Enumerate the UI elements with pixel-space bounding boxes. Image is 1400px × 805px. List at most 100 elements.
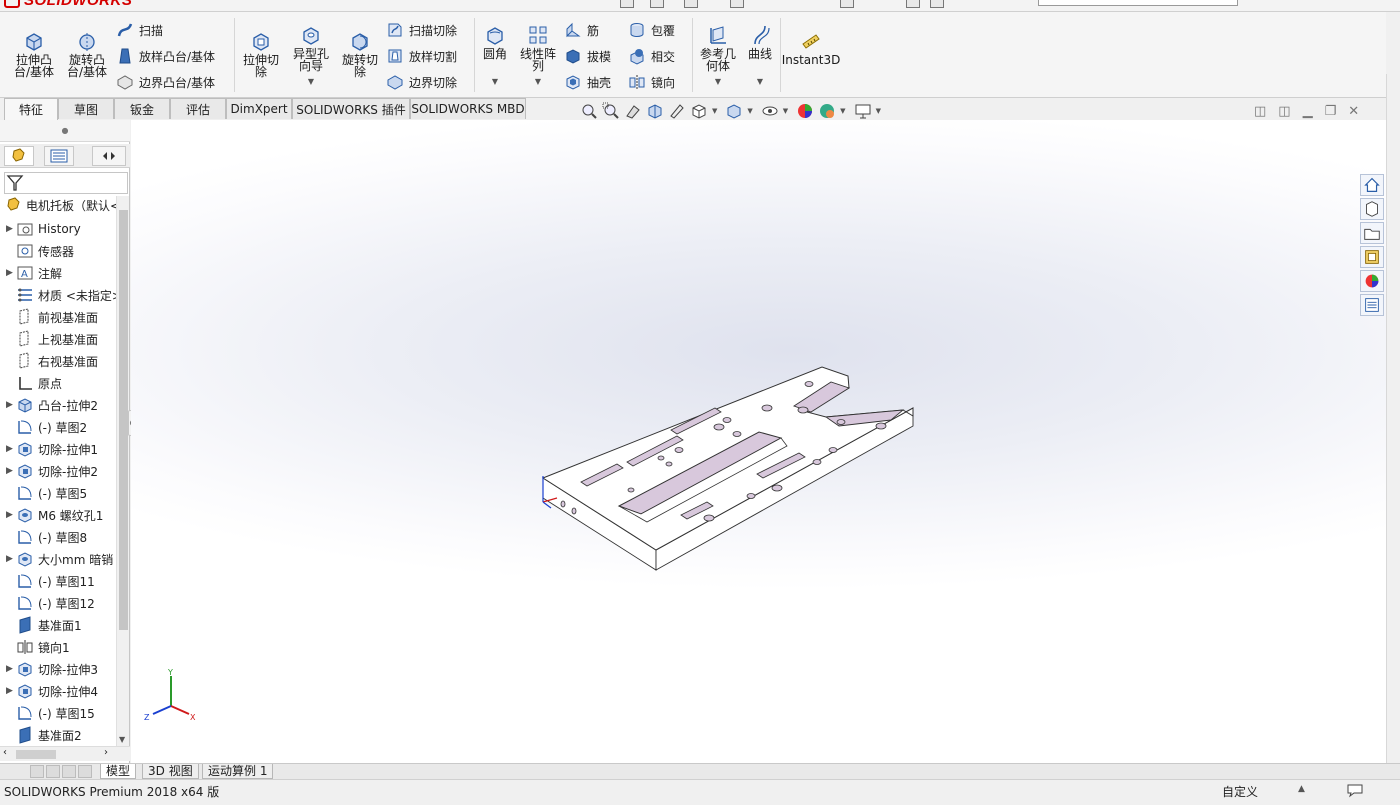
scroll-thumb[interactable] <box>119 210 128 630</box>
chevron-down-icon[interactable]: ▼ <box>712 107 717 115</box>
tree-item[interactable]: 右视基准面 <box>0 350 116 372</box>
toolbar-icon[interactable] <box>684 0 698 8</box>
view-triad[interactable]: Y X Z <box>144 668 196 722</box>
boundary-boss-button[interactable]: 边界凸台/基体 <box>116 72 215 92</box>
extrude-cut-button[interactable]: 拉伸切 除 <box>238 30 284 78</box>
expand-arrow-icon[interactable]: ▶ <box>6 554 16 564</box>
tab-solidworks-mbd[interactable]: SOLIDWORKS MBD <box>410 98 526 119</box>
revolve-cut-button[interactable]: 旋转切 除 <box>338 30 382 78</box>
chevron-down-icon[interactable]: ▼ <box>757 76 763 88</box>
appearances-icon[interactable] <box>1360 270 1384 292</box>
toolbar-icon[interactable] <box>906 0 920 8</box>
chevron-up-icon[interactable]: ▲ <box>1298 784 1305 794</box>
zoom-to-fit-icon[interactable] <box>580 102 598 120</box>
property-manager-tab[interactable] <box>44 146 74 166</box>
view-orientation-icon[interactable] <box>690 102 708 120</box>
shell-button[interactable]: 抽壳 <box>564 72 611 92</box>
tab-evaluate[interactable]: 评估 <box>170 98 226 119</box>
feature-manager-tab[interactable] <box>4 146 34 166</box>
home-icon[interactable] <box>1360 174 1384 196</box>
tree-item[interactable]: (-) 草图2 <box>0 416 116 438</box>
tree-item[interactable]: ▶ 凸台-拉伸2 <box>0 394 116 416</box>
scene-icon[interactable] <box>818 102 836 120</box>
mirror-button[interactable]: 镜向 <box>628 72 675 92</box>
expand-arrow-icon[interactable]: ▶ <box>6 224 16 234</box>
close-icon[interactable]: ✕ <box>1348 104 1359 119</box>
tree-item[interactable]: ▶ 切除-拉伸1 <box>0 438 116 460</box>
expand-arrow-icon[interactable]: ▶ <box>6 510 16 520</box>
restore-left-icon[interactable]: ◫ <box>1254 104 1266 119</box>
tab-3d-views[interactable]: 3D 视图 <box>142 764 199 779</box>
tree-item[interactable]: 镜向1 <box>0 636 116 658</box>
chevron-left-icon[interactable]: ‹ <box>3 747 7 758</box>
tree-item[interactable]: ▶ History <box>0 218 116 240</box>
instant3d-button[interactable]: Instant3D <box>782 30 840 66</box>
expand-arrow-icon[interactable]: ▶ <box>6 444 16 454</box>
loft-boss-button[interactable]: 放样凸台/基体 <box>116 46 215 66</box>
tree-horizontal-scrollbar[interactable]: ‹ › <box>0 746 130 761</box>
reference-geometry-button[interactable]: 参考几 何体 ▼ <box>696 24 740 88</box>
display-style-icon[interactable] <box>725 102 743 120</box>
rib-button[interactable]: 筋 <box>564 20 599 40</box>
tree-item[interactable]: 基准面2 <box>0 724 116 746</box>
search-input[interactable] <box>1038 0 1238 6</box>
chevron-down-icon[interactable]: ▼ <box>119 735 125 744</box>
tree-item[interactable]: (-) 草图11 <box>0 570 116 592</box>
previous-view-icon[interactable] <box>624 102 642 120</box>
tree-item[interactable]: 原点 <box>0 372 116 394</box>
prev-tab-icon[interactable] <box>46 765 60 778</box>
sweep-boss-button[interactable]: 扫描 <box>116 20 163 40</box>
wrap-button[interactable]: 包覆 <box>628 20 675 40</box>
tree-item[interactable]: ▶ 切除-拉伸4 <box>0 680 116 702</box>
toolbar-icon[interactable] <box>730 0 744 8</box>
custom-properties-icon[interactable] <box>1360 294 1384 316</box>
toolbar-icon[interactable] <box>650 0 664 8</box>
tab-sketch[interactable]: 草图 <box>58 98 114 119</box>
sweep-cut-button[interactable]: 扫描切除 <box>386 20 457 40</box>
design-library-icon[interactable] <box>1360 198 1384 220</box>
tree-item[interactable]: ▶ A 注解 <box>0 262 116 284</box>
scroll-thumb[interactable] <box>16 750 56 759</box>
chevron-down-icon[interactable]: ▼ <box>535 76 541 88</box>
last-tab-icon[interactable] <box>78 765 92 778</box>
extrude-boss-button[interactable]: 拉伸凸 台/基体 <box>12 30 56 78</box>
fillet-button[interactable]: 圆角 ▼ <box>478 24 512 88</box>
tab-motion-study[interactable]: 运动算例 1 <box>202 764 274 779</box>
toolbar-icon[interactable] <box>620 0 634 8</box>
first-tab-icon[interactable] <box>30 765 44 778</box>
tree-item[interactable]: (-) 草图8 <box>0 526 116 548</box>
hole-wizard-button[interactable]: 异型孔 向导 ▼ <box>288 24 334 88</box>
tree-item[interactable]: (-) 草图5 <box>0 482 116 504</box>
tree-vertical-scrollbar[interactable]: ▼ <box>116 196 129 746</box>
chevron-down-icon[interactable]: ▼ <box>715 76 721 88</box>
chevron-down-icon[interactable]: ▼ <box>747 107 752 115</box>
tree-filter[interactable] <box>4 172 128 194</box>
expand-arrow-icon[interactable]: ▶ <box>6 400 16 410</box>
curves-button[interactable]: 曲线 ▼ <box>744 24 776 88</box>
appearance-icon[interactable] <box>796 102 814 120</box>
maximize-icon[interactable]: ❐ <box>1325 104 1337 119</box>
draft-button[interactable]: 拔模 <box>564 46 611 66</box>
section-view-icon[interactable] <box>646 102 664 120</box>
tab-model[interactable]: 模型 <box>100 764 137 779</box>
tree-item[interactable]: ▶ 切除-拉伸2 <box>0 460 116 482</box>
tab-features[interactable]: 特征 <box>4 98 58 120</box>
linear-pattern-button[interactable]: 线性阵 列 ▼ <box>516 24 560 88</box>
pane-collapse-handle[interactable]: ● <box>0 120 130 142</box>
tree-item[interactable]: ▶ M6 螺纹孔1 <box>0 504 116 526</box>
zoom-to-area-icon[interactable] <box>602 102 620 120</box>
chevron-down-icon[interactable]: ▼ <box>840 107 845 115</box>
expand-arrow-icon[interactable]: ▶ <box>6 268 16 278</box>
view-palette-icon[interactable] <box>1360 246 1384 268</box>
loft-cut-button[interactable]: 放样切割 <box>386 46 457 66</box>
tree-item[interactable]: ▶ 切除-拉伸3 <box>0 658 116 680</box>
expand-arrow-icon[interactable]: ▶ <box>6 686 16 696</box>
boundary-cut-button[interactable]: 边界切除 <box>386 72 457 92</box>
chevron-down-icon[interactable]: ▼ <box>783 107 788 115</box>
chevron-down-icon[interactable]: ▼ <box>876 107 881 115</box>
tree-item[interactable]: 上视基准面 <box>0 328 116 350</box>
tab-solidworks-addins[interactable]: SOLIDWORKS 插件 <box>292 98 410 119</box>
tree-item[interactable]: (-) 草图12 <box>0 592 116 614</box>
chevron-right-icon[interactable]: › <box>104 747 108 758</box>
help-icon[interactable] <box>1346 782 1364 798</box>
